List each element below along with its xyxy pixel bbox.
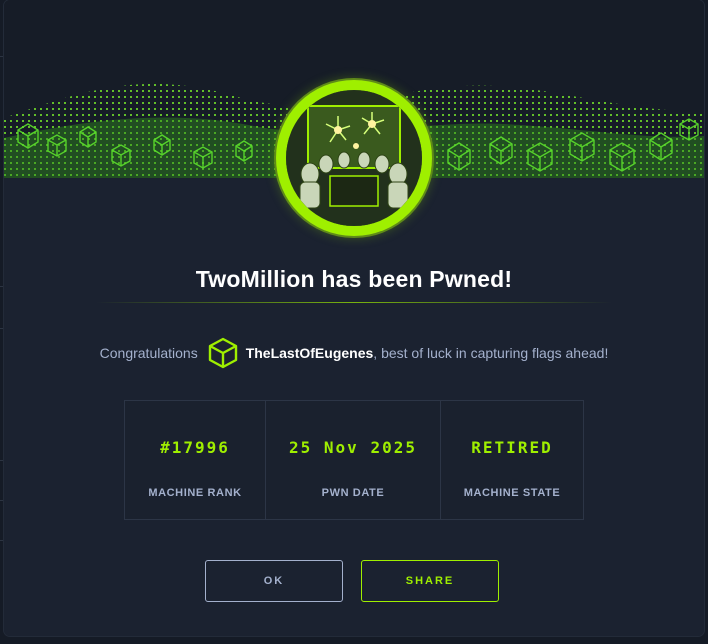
machine-avatar-image: [286, 90, 422, 226]
pwned-modal: TwoMillion has been Pwned! Congratulatio…: [4, 0, 704, 636]
stat-machine-rank: #17996 MACHINE RANK: [125, 401, 266, 519]
stat-label: MACHINE STATE: [463, 487, 561, 499]
stat-value: #17996: [160, 438, 230, 457]
stat-value: RETIRED: [471, 438, 553, 457]
pwned-title: TwoMillion has been Pwned!: [195, 266, 513, 292]
stat-label: MACHINE RANK: [148, 487, 242, 499]
machine-avatar: [276, 80, 432, 236]
congratulations-message: Congratulations TheLastOfEugenes , best …: [4, 336, 704, 370]
username[interactable]: TheLastOfEugenes: [246, 345, 374, 361]
fireworks-illustration: [286, 90, 422, 226]
cube-icon: [208, 337, 238, 369]
stat-pwn-date: 25 Nov 2025 PWN DATE: [266, 401, 441, 519]
stat-label: PWN DATE: [321, 487, 385, 499]
stats-panel: #17996 MACHINE RANK 25 Nov 2025 PWN DATE…: [124, 400, 584, 520]
stat-machine-state: RETIRED MACHINE STATE: [441, 401, 583, 519]
stat-value: 25 Nov 2025: [289, 438, 417, 457]
title-divider: [96, 302, 612, 303]
ok-button[interactable]: OK: [205, 560, 343, 602]
share-button[interactable]: SHARE: [361, 560, 499, 602]
congrats-lead-text: Congratulations: [99, 345, 198, 361]
congrats-tail-text: , best of luck in capturing flags ahead!: [373, 345, 609, 361]
